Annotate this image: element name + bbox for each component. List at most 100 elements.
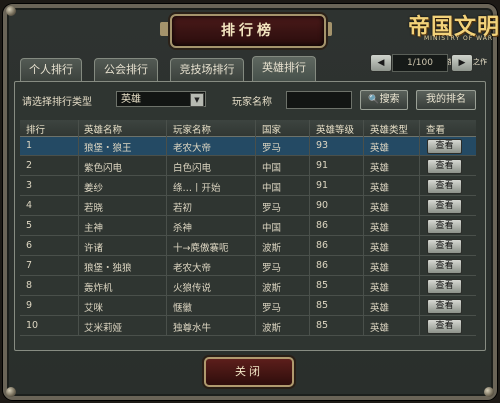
- type-select-value: 英雄: [121, 94, 141, 105]
- level-cell: 86: [316, 260, 329, 271]
- country-cell: 波斯: [262, 283, 282, 294]
- table-row[interactable]: 8 轰炸机 火狼传说 波斯 85 英雄 查看: [20, 277, 476, 296]
- tab-arena-ranking[interactable]: 竞技场排行: [170, 58, 244, 81]
- tab-hero-ranking[interactable]: 英雄排行: [252, 56, 316, 82]
- view-hero-button[interactable]: 查看: [427, 319, 462, 334]
- hero-name-cell: 轰炸机: [84, 283, 113, 294]
- type-select[interactable]: 英雄 ▼: [116, 91, 206, 107]
- hero-name-cell: 狼堡・独狼: [84, 263, 132, 274]
- close-button[interactable]: 关闭: [204, 357, 294, 387]
- level-cell: 85: [316, 300, 329, 311]
- table-row[interactable]: 7 狼堡・独狼 老农大帝 罗马 86 英雄 查看: [20, 257, 476, 276]
- hero-name-cell: 紫色闪电: [84, 163, 123, 174]
- search-button[interactable]: 🔍搜索: [360, 90, 408, 110]
- rivet-ornament: [6, 387, 16, 397]
- column-divider: [255, 120, 256, 336]
- country-cell: 中国: [262, 223, 282, 234]
- country-cell: 波斯: [262, 323, 282, 334]
- prev-page-button[interactable]: ◀: [370, 54, 392, 72]
- level-cell: 86: [316, 220, 329, 231]
- col-header-rank: 排行: [26, 125, 46, 136]
- view-hero-button[interactable]: 查看: [427, 239, 462, 254]
- player-name-cell: 若初: [173, 203, 193, 214]
- search-button-label: 搜索: [379, 94, 400, 105]
- table-row[interactable]: 1 狼堡・狼王 老农大帝 罗马 93 英雄 查看: [20, 137, 476, 156]
- rivet-ornament: [484, 387, 494, 397]
- rank-cell: 4: [26, 200, 33, 211]
- window-title: 排行榜: [170, 14, 326, 48]
- player-name-cell: 绦…丨开始: [173, 183, 221, 194]
- rank-cell: 10: [26, 320, 39, 331]
- player-name-cell: 老农大帝: [173, 143, 212, 154]
- view-hero-button[interactable]: 查看: [427, 219, 462, 234]
- view-hero-button[interactable]: 查看: [427, 299, 462, 314]
- table-row[interactable]: 5 主神 杀神 中国 86 英雄 查看: [20, 217, 476, 236]
- hero-type-cell: 英雄: [370, 243, 390, 254]
- table-row[interactable]: 10 艾米莉娅 独尊水牛 波斯 85 英雄 查看: [20, 317, 476, 336]
- country-cell: 中国: [262, 163, 282, 174]
- rank-cell: 2: [26, 160, 33, 171]
- country-cell: 罗马: [262, 263, 282, 274]
- rank-cell: 6: [26, 240, 33, 251]
- next-page-button[interactable]: ▶: [451, 54, 473, 72]
- column-divider: [309, 120, 310, 336]
- player-name-input[interactable]: [286, 91, 352, 109]
- hero-name-cell: 姜纱: [84, 183, 104, 194]
- country-cell: 罗马: [262, 303, 282, 314]
- hero-type-cell: 英雄: [370, 143, 390, 154]
- hero-type-cell: 英雄: [370, 303, 390, 314]
- tab-guild-ranking[interactable]: 公会排行: [94, 58, 158, 81]
- hero-name-cell: 主神: [84, 223, 104, 234]
- level-cell: 93: [316, 140, 329, 151]
- player-name-cell: 惬徽: [173, 303, 193, 314]
- logo-subtitle: MINISTRY OF WAR: [424, 35, 493, 42]
- col-header-country: 国家: [262, 125, 282, 136]
- view-hero-button[interactable]: 查看: [427, 259, 462, 274]
- tab-personal-ranking[interactable]: 个人排行: [20, 58, 82, 81]
- hero-type-cell: 英雄: [370, 283, 390, 294]
- chevron-down-icon: ▼: [190, 93, 204, 107]
- rank-cell: 1: [26, 140, 33, 151]
- hero-type-cell: 英雄: [370, 183, 390, 194]
- country-cell: 罗马: [262, 143, 282, 154]
- view-hero-button[interactable]: 查看: [427, 279, 462, 294]
- column-divider: [363, 120, 364, 336]
- level-cell: 90: [316, 200, 329, 211]
- view-hero-button[interactable]: 查看: [427, 159, 462, 174]
- hero-type-cell: 英雄: [370, 163, 390, 174]
- rank-cell: 3: [26, 180, 33, 191]
- player-name-cell: 杀神: [173, 223, 193, 234]
- country-cell: 中国: [262, 183, 282, 194]
- level-cell: 85: [316, 280, 329, 291]
- chevron-left-icon: ◀: [377, 58, 385, 68]
- table-row[interactable]: 9 艾咪 惬徽 罗马 85 英雄 查看: [20, 297, 476, 316]
- rivet-ornament: [6, 6, 16, 16]
- country-cell: 罗马: [262, 203, 282, 214]
- table-row[interactable]: 2 紫色闪电 白色闪电 中国 91 英雄 查看: [20, 157, 476, 176]
- level-cell: 91: [316, 180, 329, 191]
- table-header: 排行 英雄名称 玩家名称 国家 英雄等级 英雄类型 查看: [20, 120, 476, 137]
- col-header-level: 英雄等级: [316, 125, 355, 136]
- col-header-player: 玩家名称: [173, 125, 212, 136]
- hero-name-cell: 若晓: [84, 203, 104, 214]
- view-hero-button[interactable]: 查看: [427, 179, 462, 194]
- view-hero-button[interactable]: 查看: [427, 139, 462, 154]
- player-name-cell: 十→麂傲褰呃: [173, 243, 229, 254]
- rank-cell: 5: [26, 220, 33, 231]
- col-header-type: 英雄类型: [370, 125, 409, 136]
- hero-type-cell: 英雄: [370, 323, 390, 334]
- table-row[interactable]: 3 姜纱 绦…丨开始 中国 91 英雄 查看: [20, 177, 476, 196]
- rank-cell: 8: [26, 280, 33, 291]
- my-rank-button[interactable]: 我的排名: [416, 90, 476, 110]
- hero-name-cell: 狼堡・狼王: [84, 143, 132, 154]
- hero-type-cell: 英雄: [370, 223, 390, 234]
- level-cell: 85: [316, 320, 329, 331]
- table-row[interactable]: 6 许诸 十→麂傲褰呃 波斯 86 英雄 查看: [20, 237, 476, 256]
- table-row[interactable]: 4 若晓 若初 罗马 90 英雄 查看: [20, 197, 476, 216]
- hero-type-cell: 英雄: [370, 203, 390, 214]
- country-cell: 波斯: [262, 243, 282, 254]
- search-icon: 🔍: [368, 95, 380, 105]
- rank-cell: 9: [26, 300, 33, 311]
- view-hero-button[interactable]: 查看: [427, 199, 462, 214]
- col-header-hero: 英雄名称: [84, 125, 123, 136]
